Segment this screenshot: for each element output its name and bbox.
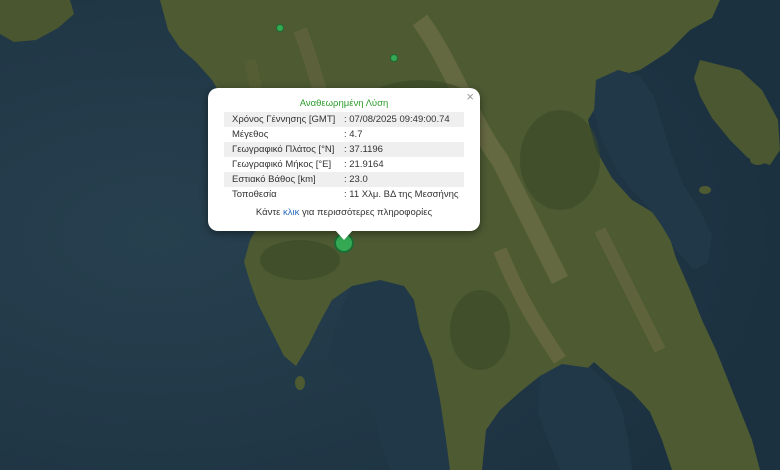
detail-label: Εστιακό Βάθος [km] [232,174,316,185]
detail-value: : 21.9164 [344,159,384,170]
detail-value: : 11 Χλμ. ΒΔ της Μεσσήνης [344,189,459,200]
detail-row-latitude: Γεωγραφικό Πλάτος [°N] : 37.1196 [224,142,464,157]
satellite-map[interactable] [0,0,780,470]
island-2 [699,186,711,194]
island-1 [295,376,305,390]
close-icon[interactable]: × [466,90,474,104]
detail-label: Γεωγραφικό Πλάτος [°N] [232,144,335,155]
earthquake-marker-small-2[interactable] [390,54,398,62]
detail-label: Χρόνος Γέννησης [GMT] [232,114,336,125]
detail-row-longitude: Γεωγραφικό Μήκος [°E] : 21.9164 [224,157,464,172]
popup-details-table: Χρόνος Γέννησης [GMT] : 07/08/2025 09:49… [224,112,464,202]
popup-title: Αναθεωρημένη Λύση [299,98,389,109]
detail-value: : 4.7 [344,129,363,140]
more-info-link[interactable]: κλικ [283,207,299,218]
popup-pointer [335,230,353,240]
detail-row-origin-time: Χρόνος Γέννησης [GMT] : 07/08/2025 09:49… [224,112,464,127]
detail-label: Γεωγραφικό Μήκος [°E] [232,159,332,170]
detail-label: Μέγεθος [232,129,269,140]
popup-footer: Κάντε κλικ για περισσότερες πληροφορίες [208,207,480,218]
earthquake-info-popup: × Αναθεωρημένη Λύση Χρόνος Γέννησης [GMT… [208,88,480,240]
footer-text-before: Κάντε [255,207,283,218]
footer-text-after: για περισσότερες πληροφορίες [299,207,433,218]
detail-row-depth: Εστιακό Βάθος [km] : 23.0 [224,172,464,187]
detail-label: Τοποθεσία [232,189,277,200]
island-3 [750,155,766,165]
earthquake-marker-small-1[interactable] [276,24,284,32]
detail-value: : 07/08/2025 09:49:00.74 [344,114,450,125]
detail-row-location: Τοποθεσία : 11 Χλμ. ΒΔ της Μεσσήνης [224,187,464,202]
detail-value: : 23.0 [344,174,368,185]
detail-value: : 37.1196 [344,144,383,155]
detail-row-magnitude: Μέγεθος : 4.7 [224,127,464,142]
